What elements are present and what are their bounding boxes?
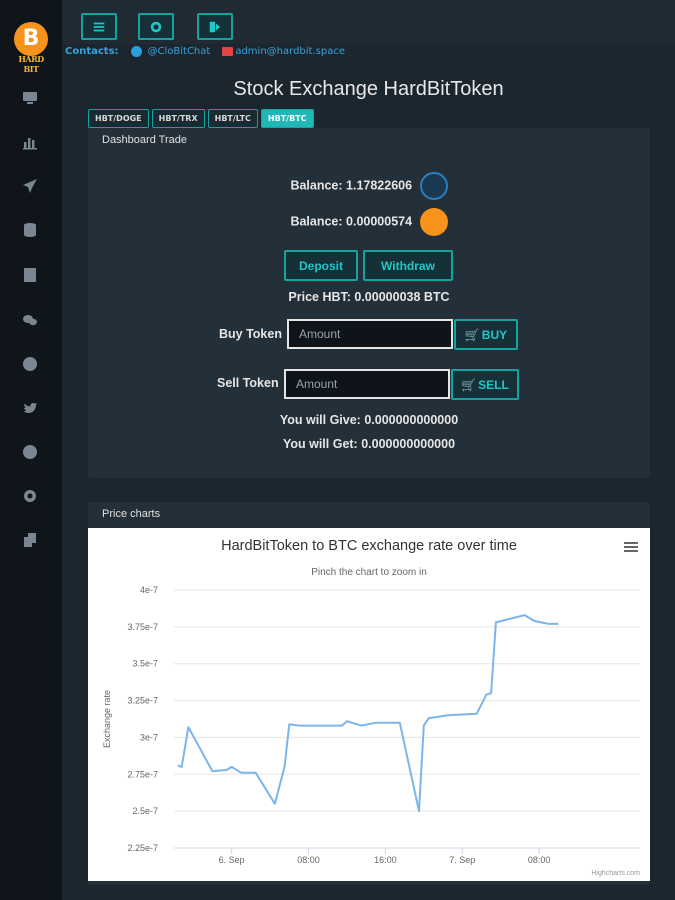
settings-button[interactable] [138,13,174,40]
buy-button[interactable]: 🛒 BUY [454,319,518,350]
balance-hbt: Balance: 1.17822606 [290,178,413,193]
help-icon[interactable] [18,440,42,464]
price-hbt: Price HBT: 0.00000038 BTC [288,290,450,304]
monitor-icon[interactable] [18,86,42,110]
twitter-icon[interactable] [18,396,42,420]
airplane-icon[interactable] [18,174,42,198]
menu-icon [93,22,105,31]
chart-subtitle: Pinch the chart to zoom in [311,567,427,578]
balance-hbt-row: Balance: 1.17822606 [88,172,650,200]
sell-token-label: Sell Token [217,376,279,390]
tab-hbt-btc[interactable]: HBT/BTC [260,109,314,128]
dashboard-title: Dashboard Trade [102,134,187,146]
top-bar [62,0,675,44]
sidebar: B HARD BIT [0,0,62,900]
you-will-give: You will Give: 0.000000000000 [279,413,459,427]
chart-credit: Highcharts.com [591,870,640,877]
y-tick-label: 3.25e-7 [127,696,158,706]
x-tick-label: 08:00 [297,855,320,865]
page-title: Stock Exchange HardBitToken [233,78,504,100]
y-tick-label: 2.25e-7 [127,843,158,853]
withdraw-button[interactable]: Withdraw [363,250,453,281]
x-tick-label: 7. Sep [449,855,475,865]
bar-chart-icon[interactable] [18,130,42,154]
database-icon[interactable] [18,218,42,242]
tab-hbt-trx[interactable]: HBT/TRX [151,109,205,128]
sell-button[interactable]: 🛒 SELL [451,369,519,400]
y-tick-label: 3e-7 [140,732,158,742]
sell-amount-input[interactable] [284,369,450,399]
hbt-token-icon [419,172,448,200]
tab-hbt-ltc[interactable]: HBT/LTC [207,109,258,128]
chart-title: HardBitToken to BTC exchange rate over t… [221,538,517,554]
x-tick-label: 08:00 [528,855,551,865]
contacts-label: Contacts: [65,46,119,57]
y-tick-label: 2.5e-7 [132,806,158,816]
calculator-icon[interactable] [18,263,42,287]
y-tick-label: 4e-7 [140,585,158,595]
logo[interactable]: B HARD BIT [13,22,49,74]
x-tick-label: 6. Sep [219,855,245,865]
hamburger-icon [624,542,638,544]
series-line [177,614,559,813]
gear-icon[interactable] [18,484,42,508]
bitcoin-logo-icon: B [14,22,48,56]
y-tick-label: 3.5e-7 [132,659,158,669]
user-icon[interactable] [18,352,42,376]
y-tick-label: 3.75e-7 [127,622,158,632]
telegram-link[interactable]: @CloBitChat [148,46,211,57]
gear-icon [150,21,162,32]
balance-btc-row: Balance: 0.00000574 [88,208,650,236]
buy-amount-input[interactable] [287,319,453,349]
sell-button-label: SELL [478,377,509,392]
tab-hbt-doge[interactable]: HBT/DOGE [88,109,149,128]
you-will-get: You will Get: 0.000000000000 [282,437,456,451]
y-axis-label: Exchange rate [102,690,112,748]
email-link[interactable]: admin@hardbit.space [235,46,345,57]
copy-icon[interactable] [18,528,42,552]
buy-token-label: Buy Token [219,327,282,341]
price-charts-panel: Price charts HardBitToken to BTC exchang… [88,502,650,885]
hamburger-icon [624,546,638,548]
logo-text: HARD BIT [18,54,44,74]
logout-icon [209,21,221,32]
pair-tabs: HBT/DOGE HBT/TRX HBT/LTC HBT/BTC [88,109,314,128]
contacts: Contacts: @CloBitChat admin@hardbit.spac… [65,46,345,57]
cart-icon: 🛒 [461,377,477,392]
buy-button-label: BUY [481,327,508,342]
dashboard-panel: Dashboard Trade Balance: 1.17822606 Bala… [88,128,650,478]
hamburger-icon [624,550,638,552]
bitcoin-icon [419,208,448,236]
logout-button[interactable] [197,13,233,40]
y-tick-label: 2.75e-7 [127,769,158,779]
cart-icon: 🛒 [464,327,480,342]
chart-svg: HardBitToken to BTC exchange rate over t… [102,538,640,877]
charts-panel-title: Price charts [102,508,161,520]
menu-button[interactable] [81,13,117,40]
mail-icon [222,47,234,56]
price-chart[interactable]: HardBitToken to BTC exchange rate over t… [88,528,650,881]
balance-btc: Balance: 0.00000574 [290,214,413,229]
telegram-icon [130,46,142,57]
chat-icon[interactable] [18,308,42,332]
x-tick-label: 16:00 [374,855,397,865]
deposit-button[interactable]: Deposit [284,250,358,281]
